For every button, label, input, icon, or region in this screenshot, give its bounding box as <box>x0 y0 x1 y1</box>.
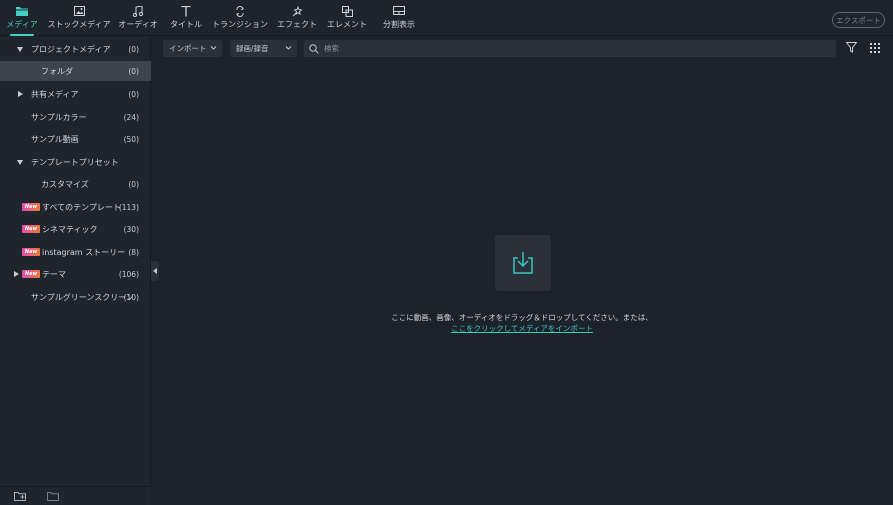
sidebar-item-sample-green-screen[interactable]: サンプルグリーンスクリーン (10) <box>0 287 151 307</box>
chevron-down-icon <box>210 46 217 50</box>
sidebar-item-folder[interactable]: フォルダ (0) <box>0 61 151 81</box>
sidebar-item-label: カスタマイズ <box>41 179 89 189</box>
new-badge: New <box>22 203 40 211</box>
import-dropdown[interactable]: インポート <box>163 40 222 57</box>
sidebar-item-count: (0) <box>128 44 139 54</box>
collapse-arrow-icon[interactable] <box>14 271 19 277</box>
media-library-sidebar: プロジェクトメディア (0) フォルダ (0) 共有メディア (0) サンプルカ… <box>0 37 151 505</box>
sidebar-item-count: (113) <box>118 202 139 212</box>
top-toolbar: メディア ストックメディア オーディオ タイトル トランジション エフェクト エ… <box>0 0 893 36</box>
import-media-link[interactable]: ここをクリックしてメディアをインポート <box>322 323 722 334</box>
search-icon <box>309 43 319 54</box>
sidebar-item-label: シネマティック <box>42 224 98 234</box>
new-folder-icon[interactable] <box>14 491 26 503</box>
sidebar-item-count: (106) <box>118 269 139 279</box>
sidebar-item-project-media[interactable]: プロジェクトメディア (0) <box>0 39 151 59</box>
sidebar-item-all-templates[interactable]: New すべてのテンプレート (113) <box>0 197 151 217</box>
sidebar-item-count: (0) <box>128 66 139 76</box>
filter-bar: インポート 録画/録音 <box>159 37 893 61</box>
tab-split-screen-label: 分割表示 <box>383 20 415 29</box>
sidebar-item-label: サンプルグリーンスクリーン <box>31 292 134 302</box>
transition-icon <box>235 4 245 18</box>
new-badge: New <box>22 270 40 278</box>
tab-stock-media[interactable]: ストックメディア <box>47 4 111 34</box>
sidebar-item-count: (30) <box>123 224 139 234</box>
tab-transition-label: トランジション <box>212 20 268 29</box>
chevron-down-icon <box>285 46 292 50</box>
tab-media[interactable]: メディア <box>6 4 38 36</box>
music-note-icon <box>133 4 143 18</box>
folder-icon[interactable] <box>47 491 59 503</box>
tab-title[interactable]: タイトル <box>170 4 202 34</box>
tab-media-label: メディア <box>6 20 38 29</box>
sidebar-item-label: すべてのテンプレート <box>42 202 121 212</box>
sidebar-item-shared-media[interactable]: 共有メディア (0) <box>0 84 151 104</box>
tab-title-label: タイトル <box>170 20 202 29</box>
import-dropdown-label: インポート <box>169 44 207 53</box>
tab-audio[interactable]: オーディオ <box>118 4 158 34</box>
sidebar-item-label: テンプレートプリセット <box>31 157 119 167</box>
record-dropdown-label: 録画/録音 <box>236 44 269 53</box>
tab-transition[interactable]: トランジション <box>212 4 268 34</box>
sidebar-item-label: サンプル動画 <box>31 134 79 144</box>
tab-audio-label: オーディオ <box>118 20 158 29</box>
tab-split-screen[interactable]: 分割表示 <box>381 4 417 34</box>
sidebar-item-themes[interactable]: New テーマ (106) <box>0 264 151 284</box>
sidebar-item-label: instagram ストーリー <box>42 247 126 257</box>
sidebar-item-label: 共有メディア <box>31 89 79 99</box>
elements-icon <box>341 4 353 18</box>
sidebar-item-count: (0) <box>128 89 139 99</box>
chevron-left-icon <box>153 268 157 274</box>
sidebar-item-customize[interactable]: カスタマイズ (0) <box>0 174 151 194</box>
tab-effects-label: エフェクト <box>277 20 317 29</box>
split-screen-icon <box>393 4 405 18</box>
tab-elements-label: エレメント <box>327 20 367 29</box>
record-dropdown[interactable]: 録画/録音 <box>230 40 297 57</box>
grid-view-icon[interactable] <box>870 42 881 55</box>
stock-media-icon <box>73 4 85 18</box>
drop-instruction-text: ここに動画、画像、オーディオをドラッグ＆ドロップしてください。または、 <box>391 313 653 322</box>
sidebar-item-label: プロジェクトメディア <box>31 44 111 54</box>
search-input[interactable] <box>324 44 804 53</box>
sidebar-item-sample-colors[interactable]: サンプルカラー (24) <box>0 107 151 127</box>
search-box[interactable] <box>304 40 836 57</box>
new-badge: New <box>22 248 40 256</box>
import-drop-button[interactable] <box>495 235 551 291</box>
sidebar-item-count: (10) <box>123 292 139 302</box>
title-t-icon <box>181 4 191 18</box>
effects-icon <box>292 4 303 18</box>
sidebar-item-instagram-story[interactable]: New instagram ストーリー (8) <box>0 242 151 262</box>
sidebar-item-template-presets[interactable]: テンプレートプリセット <box>0 152 151 172</box>
new-badge: New <box>22 225 40 233</box>
collapse-arrow-icon[interactable] <box>18 91 23 97</box>
sidebar-item-label: サンプルカラー <box>31 112 87 122</box>
sidebar-item-sample-videos[interactable]: サンプル動画 (50) <box>0 129 151 149</box>
sidebar-item-label: テーマ <box>42 269 66 279</box>
export-button[interactable]: エクスポート <box>832 12 885 28</box>
sidebar-item-count: (24) <box>123 112 139 122</box>
tab-stock-media-label: ストックメディア <box>47 20 111 29</box>
filter-icon[interactable] <box>845 42 858 55</box>
folder-icon <box>16 4 28 18</box>
sidebar-item-count: (8) <box>128 247 139 257</box>
sidebar-item-label: フォルダ <box>41 66 73 76</box>
sidebar-item-cinematic[interactable]: New シネマティック (30) <box>0 219 151 239</box>
import-download-icon <box>513 252 533 274</box>
collapse-sidebar-button[interactable] <box>151 261 159 281</box>
sidebar-item-count: (50) <box>123 134 139 144</box>
sidebar-item-count: (0) <box>128 179 139 189</box>
tab-effects[interactable]: エフェクト <box>277 4 317 34</box>
expand-arrow-icon[interactable] <box>17 46 23 52</box>
tab-elements[interactable]: エレメント <box>327 4 367 34</box>
sidebar-footer <box>0 486 151 505</box>
expand-arrow-icon[interactable] <box>17 159 23 165</box>
